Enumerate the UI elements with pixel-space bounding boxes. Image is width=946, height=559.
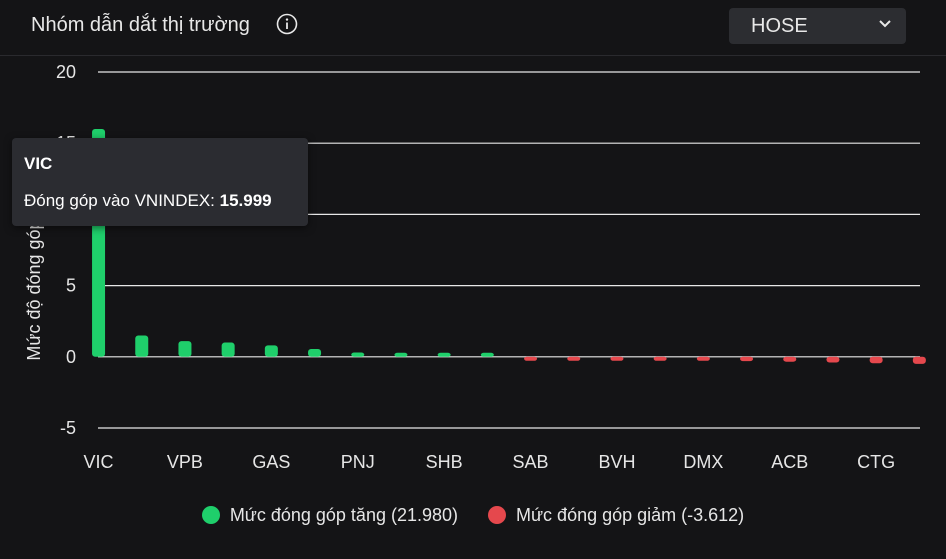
- x-tick-label: SAB: [513, 452, 549, 472]
- bar: [696, 356, 710, 361]
- panel-header: Nhóm dẫn dắt thị trường HOSE: [0, 0, 946, 56]
- x-axis-ticks: VIC VPB GAS PNJ SHB SAB BVH DMX ACB CTG: [84, 452, 896, 472]
- bar: [783, 356, 797, 362]
- bar: [740, 356, 754, 362]
- x-tick-label: CTG: [857, 452, 895, 472]
- chart-legend: Mức đóng góp tăng (21.980) Mức đóng góp …: [0, 500, 946, 530]
- legend-item-down[interactable]: Mức đóng góp giảm (-3.612): [488, 505, 744, 526]
- contribution-chart: 20151050-5 VICVPBGASPNJSHBSABBVHDMXACBCT…: [24, 62, 926, 472]
- chart-grid: [98, 71, 920, 429]
- bar: [653, 356, 667, 361]
- y-tick-label: 5: [66, 276, 76, 296]
- bar: [480, 352, 494, 357]
- legend-label-up: Mức đóng góp tăng (21.980): [229, 504, 459, 525]
- bar: [869, 356, 883, 364]
- tooltip-line: Đóng góp vào VNINDEX: 15.999: [24, 191, 296, 211]
- bar: [135, 335, 149, 357]
- x-tick-label: VIC: [84, 452, 114, 472]
- info-circle-icon[interactable]: [276, 13, 298, 35]
- bar: [394, 352, 408, 357]
- x-tick-label: SHB: [426, 452, 463, 472]
- x-tick-label: DMX: [683, 452, 723, 472]
- legend-dot-up: [201, 506, 220, 524]
- exchange-select[interactable]: HOSE: [729, 8, 906, 44]
- x-tick-label: PNJ: [341, 452, 375, 472]
- legend-item-up[interactable]: Mức đóng góp tăng (21.980): [201, 504, 459, 526]
- bar: [567, 356, 581, 361]
- y-axis-ticks: 20151050-5: [56, 62, 76, 438]
- legend-label-down: Mức đóng góp giảm (-3.612): [516, 504, 745, 525]
- y-axis-label: Mức độ đóng góp: [24, 219, 44, 360]
- bar: [610, 356, 624, 361]
- bar: [437, 352, 451, 357]
- y-tick-label: 20: [56, 62, 76, 82]
- exchange-select-value: HOSE: [751, 14, 808, 37]
- bar: [524, 356, 538, 361]
- bar: [912, 356, 926, 364]
- tooltip-symbol: VIC: [24, 154, 53, 173]
- tooltip-value: 15.999: [219, 191, 272, 210]
- bar: [221, 342, 235, 357]
- panel-title: Nhóm dẫn dắt thị trường: [31, 14, 250, 36]
- x-tick-label: BVH: [598, 452, 635, 472]
- y-tick-label: 0: [66, 347, 76, 367]
- legend-dot-down: [488, 506, 507, 524]
- bar: [826, 356, 840, 363]
- bar: [178, 341, 192, 357]
- y-tick-label: -5: [60, 418, 76, 438]
- tooltip-label: Đóng góp vào VNINDEX:: [24, 191, 215, 210]
- chart-tooltip: VIC Đóng góp vào VNINDEX: 15.999: [12, 138, 308, 226]
- bar: [308, 348, 322, 357]
- x-tick-label: GAS: [252, 452, 290, 472]
- bar: [264, 345, 278, 357]
- x-tick-label: VPB: [167, 452, 203, 472]
- bar: [351, 352, 365, 357]
- chevron-down-icon: [879, 20, 891, 28]
- x-tick-label: ACB: [771, 452, 808, 472]
